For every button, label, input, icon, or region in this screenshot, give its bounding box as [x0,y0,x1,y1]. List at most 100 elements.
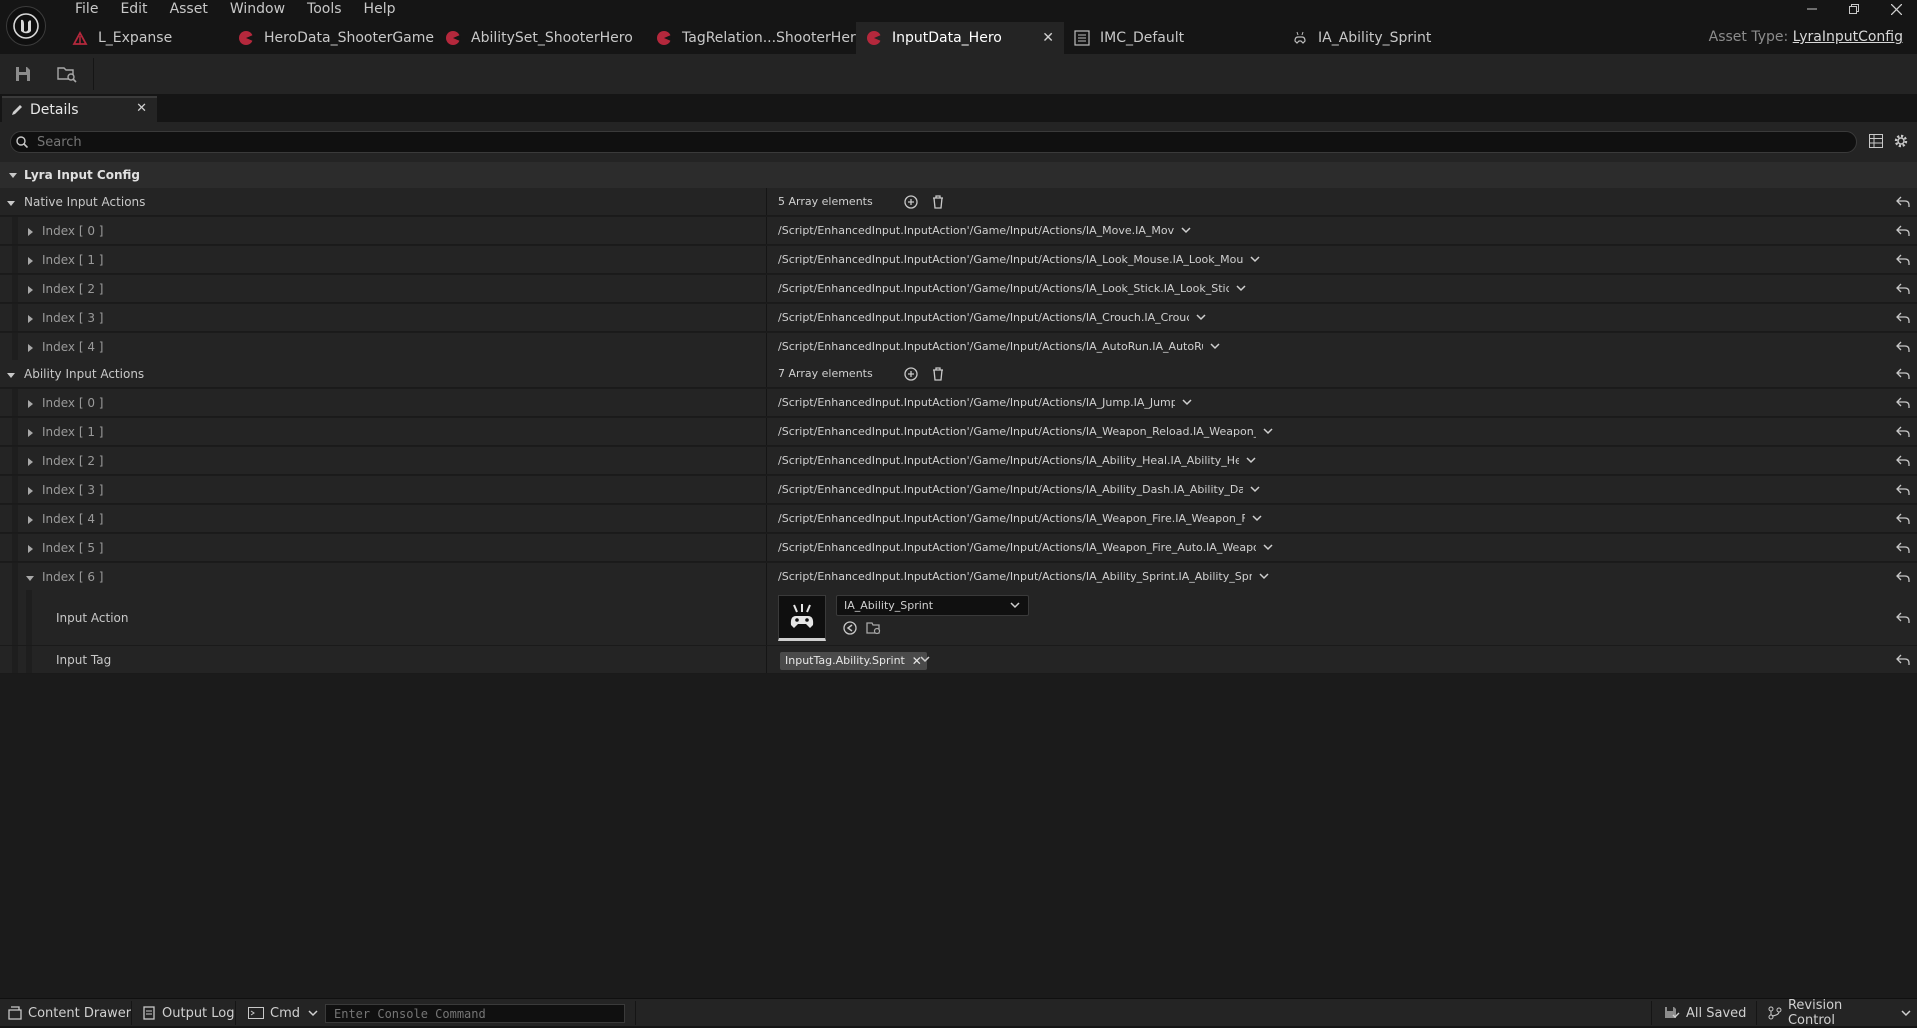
reset-to-default-icon[interactable] [1896,341,1910,353]
add-element-icon[interactable] [904,195,918,209]
restore-button[interactable] [1833,0,1875,18]
expand-arrow-icon[interactable] [25,285,35,295]
expand-arrow-icon[interactable] [25,314,35,324]
input-action-path-value[interactable]: /Script/EnhancedInput.InputAction'/Game/… [778,476,1243,504]
reset-to-default-icon[interactable] [1896,612,1910,624]
collapse-arrow-icon[interactable] [6,370,16,380]
gear-icon[interactable] [1893,133,1909,149]
console-command-input[interactable] [325,1004,625,1023]
asset-picker-combo[interactable]: IA_Ability_Sprint [836,595,1029,616]
expand-arrow-icon[interactable] [25,256,35,266]
mapping-context-icon [1074,30,1090,46]
expand-arrow-icon[interactable] [25,457,35,467]
chevron-down-icon[interactable] [1252,515,1262,522]
input-action-path-value[interactable]: /Script/EnhancedInput.InputAction'/Game/… [778,275,1229,303]
chevron-down-icon[interactable] [1250,256,1260,263]
reset-to-default-icon[interactable] [1896,571,1910,583]
input-action-path-value[interactable]: /Script/EnhancedInput.InputAction'/Game/… [778,534,1256,562]
input-action-path-value[interactable]: /Script/EnhancedInput.InputAction'/Game/… [778,217,1174,245]
chevron-down-icon[interactable] [1181,227,1191,234]
asset-thumbnail[interactable] [778,595,826,641]
save-button[interactable] [12,63,34,85]
reset-to-default-icon[interactable] [1896,225,1910,237]
input-action-path-value[interactable]: /Script/EnhancedInput.InputAction'/Game/… [778,246,1243,274]
close-details-icon[interactable]: ✕ [136,101,147,116]
details-tab[interactable]: Details ✕ [2,96,157,122]
collapse-arrow-icon[interactable] [25,573,35,583]
tab-l-expanse[interactable]: L_Expanse [62,22,228,54]
use-selected-icon[interactable] [843,621,857,635]
expand-arrow-icon[interactable] [25,428,35,438]
menu-window[interactable]: Window [219,0,296,18]
reset-to-default-icon[interactable] [1896,654,1910,666]
reset-to-default-icon[interactable] [1896,513,1910,525]
input-action-path-value[interactable]: /Script/EnhancedInput.InputAction'/Game/… [778,418,1256,446]
chevron-down-icon[interactable] [1196,314,1206,321]
chevron-down-icon[interactable] [1259,573,1269,580]
search-input[interactable] [10,131,1857,153]
collapse-arrow-icon[interactable] [6,198,16,208]
input-action-path-value[interactable]: /Script/EnhancedInput.InputAction'/Game/… [778,333,1203,361]
content-drawer-button[interactable]: Content Drawer [8,999,131,1027]
trash-icon[interactable] [931,367,945,381]
reset-to-default-icon[interactable] [1896,397,1910,409]
minimize-button[interactable] [1791,0,1833,18]
tab-inputdata-hero[interactable]: InputData_Hero ✕ [856,22,1064,54]
tab-imc-default[interactable]: IMC_Default [1064,22,1282,54]
browse-button[interactable] [56,63,78,85]
tab-ia-ability-sprint[interactable]: IA_Ability_Sprint [1282,22,1492,54]
tab-herodata-shootergame[interactable]: HeroData_ShooterGame [228,22,435,54]
reset-to-default-icon[interactable] [1896,455,1910,467]
expand-arrow-icon[interactable] [25,343,35,353]
ability-input-actions-row: Ability Input Actions 7 Array elements [0,360,1917,388]
close-tab-icon[interactable]: ✕ [1042,30,1054,46]
expand-arrow-icon[interactable] [25,515,35,525]
cmd-dropdown[interactable]: Cmd [248,999,324,1027]
reset-to-default-icon[interactable] [1896,484,1910,496]
expand-arrow-icon[interactable] [25,227,35,237]
expand-arrow-icon[interactable] [25,399,35,409]
chevron-down-icon[interactable] [920,656,930,663]
reset-to-default-icon[interactable] [1896,283,1910,295]
input-action-path-value[interactable]: /Script/EnhancedInput.InputAction'/Game/… [778,447,1239,475]
reset-to-default-icon[interactable] [1896,196,1910,208]
chevron-down-icon[interactable] [1263,428,1273,435]
menu-tools[interactable]: Tools [296,0,353,18]
menu-help[interactable]: Help [353,0,407,18]
add-element-icon[interactable] [904,367,918,381]
chevron-down-icon[interactable] [1210,343,1220,350]
close-window-button[interactable] [1875,0,1917,18]
category-lyra-input-config[interactable]: Lyra Input Config [0,162,1917,188]
save-icon [16,67,30,81]
chevron-down-icon[interactable] [1182,399,1192,406]
reset-to-default-icon[interactable] [1896,426,1910,438]
unreal-logo-icon[interactable] [6,6,46,46]
input-action-path-value[interactable]: /Script/EnhancedInput.InputAction'/Game/… [778,304,1189,332]
chevron-down-icon[interactable] [1263,544,1273,551]
chevron-down-icon[interactable] [1236,285,1246,292]
browse-folder-icon[interactable] [866,621,882,635]
asset-type-link[interactable]: LyraInputConfig [1793,29,1903,45]
chevron-down-icon[interactable] [1246,457,1256,464]
tab-tagrelation-shooterhero[interactable]: TagRelation...ShooterHero [646,22,864,54]
revision-control-button[interactable]: Revision Control [1768,998,1917,1028]
reset-to-default-icon[interactable] [1896,542,1910,554]
input-action-path-value[interactable]: /Script/EnhancedInput.InputAction'/Game/… [778,563,1252,591]
reset-to-default-icon[interactable] [1896,254,1910,266]
menu-asset[interactable]: Asset [159,0,219,18]
input-action-path-value[interactable]: /Script/EnhancedInput.InputAction'/Game/… [778,389,1175,417]
trash-icon[interactable] [931,195,945,209]
chevron-down-icon[interactable] [1250,486,1260,493]
tab-abilityset-shooterhero[interactable]: AbilitySet_ShooterHero [435,22,646,54]
reset-to-default-icon[interactable] [1896,368,1910,380]
grid-view-icon[interactable] [1869,134,1883,148]
expand-arrow-icon[interactable] [25,544,35,554]
input-action-path-value[interactable]: /Script/EnhancedInput.InputAction'/Game/… [778,505,1245,533]
output-log-button[interactable]: Output Log [142,999,235,1027]
gameplay-tag-chip[interactable]: InputTag.Ability.Sprint ✕ [780,652,927,670]
reset-to-default-icon[interactable] [1896,312,1910,324]
expand-arrow-icon[interactable] [25,486,35,496]
menu-file[interactable]: File [64,0,109,18]
all-saved-button[interactable]: All Saved [1664,999,1746,1027]
menu-edit[interactable]: Edit [109,0,158,18]
